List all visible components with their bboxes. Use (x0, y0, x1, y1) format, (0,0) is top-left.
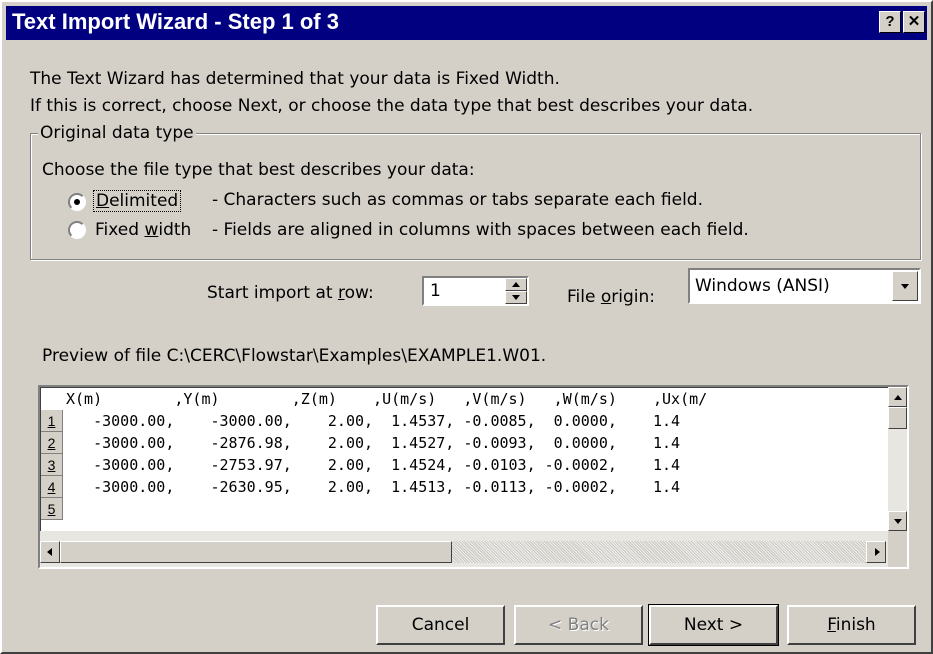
back-button: < Back (514, 605, 643, 645)
scrollbar-corner (888, 531, 907, 567)
finish-mnemonic: F (827, 615, 836, 635)
start-row-label-rest: ow: (344, 283, 374, 303)
horizontal-scroll-thumb[interactable] (60, 541, 452, 563)
close-icon: ✕ (907, 13, 921, 30)
delimited-radio[interactable] (68, 193, 86, 211)
row-text: -3000.00, -2753.97, 2.00, 1.4524, -0.010… (66, 456, 681, 474)
text-import-wizard-dialog: Text Import Wizard - Step 1 of 3 ? ✕ The… (0, 0, 933, 654)
cancel-button[interactable]: Cancel (376, 605, 505, 645)
delimited-label-rest: elimited (109, 191, 179, 211)
help-button[interactable]: ? (879, 11, 901, 33)
close-button[interactable]: ✕ (903, 11, 925, 33)
delimited-label[interactable]: Delimited (93, 190, 182, 212)
fixed-width-label-start: Fixed (95, 220, 145, 240)
file-origin-label-start: File (567, 287, 601, 307)
file-preview: 1 X(m) ,Y(m) ,Z(m) ,U(m/s) ,V(m/s) ,W(m/… (38, 385, 909, 569)
row-text: -3000.00, -2630.95, 2.00, 1.4513, -0.011… (66, 478, 681, 496)
arrow-down-icon (894, 519, 902, 524)
fixed-width-mnemonic: w (144, 220, 159, 240)
row-number[interactable]: 5 (41, 498, 63, 520)
delimited-description: - Characters such as commas or tabs sepa… (212, 190, 703, 210)
horizontal-scroll-track[interactable] (452, 541, 866, 563)
delimited-mnemonic: D (96, 191, 110, 211)
finish-button[interactable]: Finish (787, 605, 916, 645)
start-row-value[interactable]: 1 (430, 281, 441, 301)
preview-row: 1 X(m) ,Y(m) ,Z(m) ,U(m/s) ,V(m/s) ,W(m/… (41, 388, 707, 432)
preview-row: 4 -3000.00, -2753.97, 2.00, 1.4524, -0.0… (41, 454, 680, 498)
file-origin-mnemonic: o (600, 287, 612, 307)
intro-line-1: The Text Wizard has determined that your… (30, 69, 560, 89)
horizontal-scrollbar[interactable] (40, 531, 888, 567)
start-row-spinner[interactable]: 1 (422, 276, 529, 306)
file-origin-value: Windows (ANSI) (695, 276, 830, 296)
fixed-width-label-rest: idth (158, 220, 192, 240)
preview-content[interactable]: 1 X(m) ,Y(m) ,Z(m) ,U(m/s) ,V(m/s) ,W(m/… (40, 387, 888, 531)
preview-row: 3 -3000.00, -2876.98, 2.00, 1.4527, -0.0… (41, 432, 680, 476)
fixed-width-description: - Fields are aligned in columns with spa… (212, 220, 749, 240)
file-type-prompt: Choose the file type that best describes… (42, 160, 475, 180)
scroll-left-button[interactable] (40, 541, 60, 563)
start-row-label: Start import at row: (207, 283, 374, 303)
dialog-title: Text Import Wizard - Step 1 of 3 (12, 9, 339, 34)
file-origin-dropdown-button[interactable] (892, 271, 918, 301)
spinner-buttons (505, 278, 527, 304)
start-row-label-start: Start import at (207, 283, 338, 303)
next-button[interactable]: Next > (648, 604, 779, 646)
file-origin-label-rest: rigin: (611, 287, 655, 307)
file-origin-select[interactable]: Windows (ANSI) (688, 268, 921, 304)
scroll-right-button[interactable] (866, 541, 886, 563)
row-text: -3000.00, -3000.00, 2.00, 1.4537, -0.008… (66, 412, 681, 430)
arrow-up-icon (512, 282, 520, 287)
row-text: X(m) ,Y(m) ,Z(m) ,U(m/s) ,V(m/s) ,W(m/s)… (66, 390, 708, 408)
scroll-down-button[interactable] (888, 511, 907, 531)
spin-up-button[interactable] (505, 278, 527, 291)
vertical-scroll-thumb[interactable] (888, 407, 907, 429)
preview-label: Preview of file C:\CERC\Flowstar\Example… (42, 346, 547, 366)
arrow-up-icon (894, 395, 902, 400)
preview-row: 2 -3000.00, -3000.00, 2.00, 1.4537, -0.0… (41, 410, 680, 454)
scroll-up-button[interactable] (888, 387, 907, 407)
title-bar: Text Import Wizard - Step 1 of 3 ? ✕ (6, 6, 927, 40)
intro-line-2: If this is correct, choose Next, or choo… (30, 96, 754, 116)
help-icon: ? (885, 13, 895, 30)
fixed-width-label[interactable]: Fixed width (95, 220, 191, 240)
file-origin-label: File origin: (567, 287, 655, 307)
spin-down-button[interactable] (505, 291, 527, 304)
vertical-scrollbar[interactable] (888, 387, 907, 531)
start-row-mnemonic: r (337, 283, 345, 303)
chevron-down-icon (901, 284, 909, 289)
preview-row: 5 -3000.00, -2630.95, 2.00, 1.4513, -0.0… (41, 476, 680, 520)
fixed-width-radio[interactable] (68, 221, 86, 239)
arrow-down-icon (512, 295, 520, 300)
group-legend: Original data type (38, 123, 196, 143)
arrow-left-icon (47, 548, 52, 556)
row-text: -3000.00, -2876.98, 2.00, 1.4527, -0.009… (66, 434, 681, 452)
arrow-right-icon (875, 548, 880, 556)
radio-selected-dot (74, 199, 80, 205)
finish-label-rest: inish (835, 615, 876, 635)
